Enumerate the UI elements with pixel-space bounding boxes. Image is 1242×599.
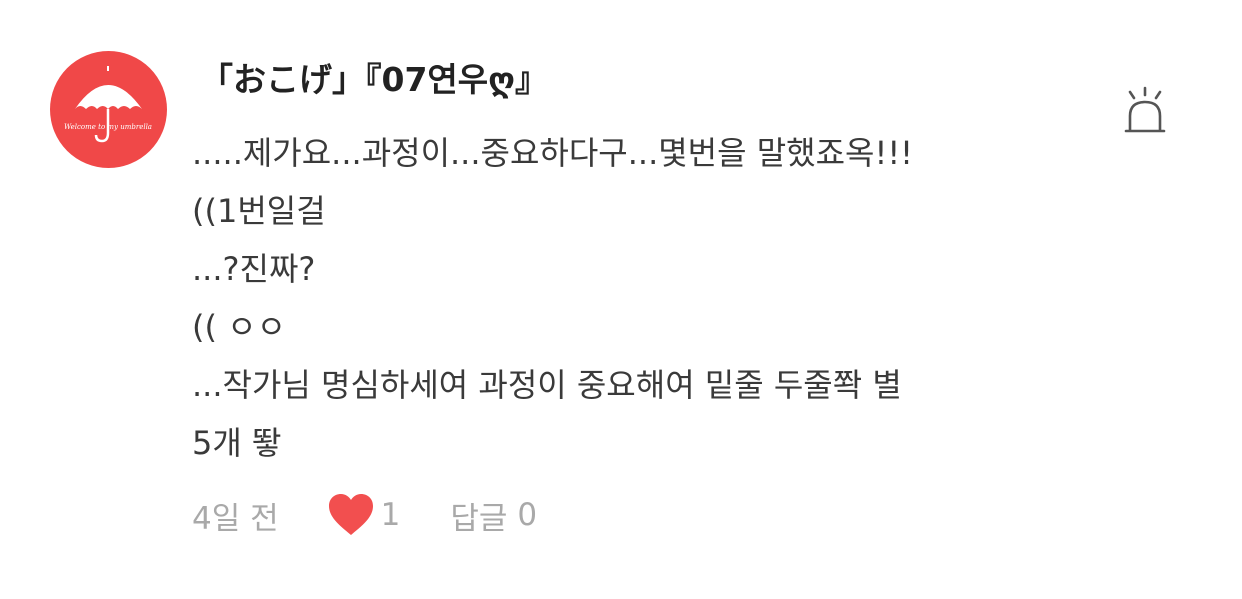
reply-label: 답글 [450, 500, 508, 537]
comment-line: ((1번일걸 [192, 192, 326, 230]
comment-meta: 4일 전 1 답글 0 [192, 490, 537, 540]
comment-line: .....제가요...과정이...중요하다구...몇번을 말했죠옥!!! [192, 134, 913, 172]
avatar-text: Welcome to my umbrella [64, 123, 152, 131]
reply-count: 0 [517, 497, 538, 533]
comment-line: 5개 뙇 [192, 424, 282, 462]
comment-line: ...?진짜? [192, 250, 316, 288]
like-count: 1 [380, 497, 401, 533]
timestamp: 4일 전 [192, 500, 279, 537]
comment-body: .....제가요...과정이...중요하다구...몇번을 말했죠옥!!! ((1… [192, 124, 1092, 472]
comment-line: (( ㅇㅇ [192, 308, 287, 346]
report-button[interactable] [1120, 86, 1170, 138]
comment-line: ...작가님 명심하세여 과정이 중요해여 밑줄 두줄쫙 별 [192, 366, 902, 404]
username[interactable]: 「おこげ」『07연우ღ』 [200, 53, 548, 101]
avatar[interactable]: Welcome to my umbrella [50, 51, 167, 168]
siren-icon [1124, 86, 1166, 133]
heart-icon [328, 494, 373, 535]
umbrella-icon: Welcome to my umbrella [64, 66, 152, 143]
reply-button[interactable]: 답글 0 [450, 493, 537, 538]
like-button[interactable]: 1 [327, 493, 401, 537]
